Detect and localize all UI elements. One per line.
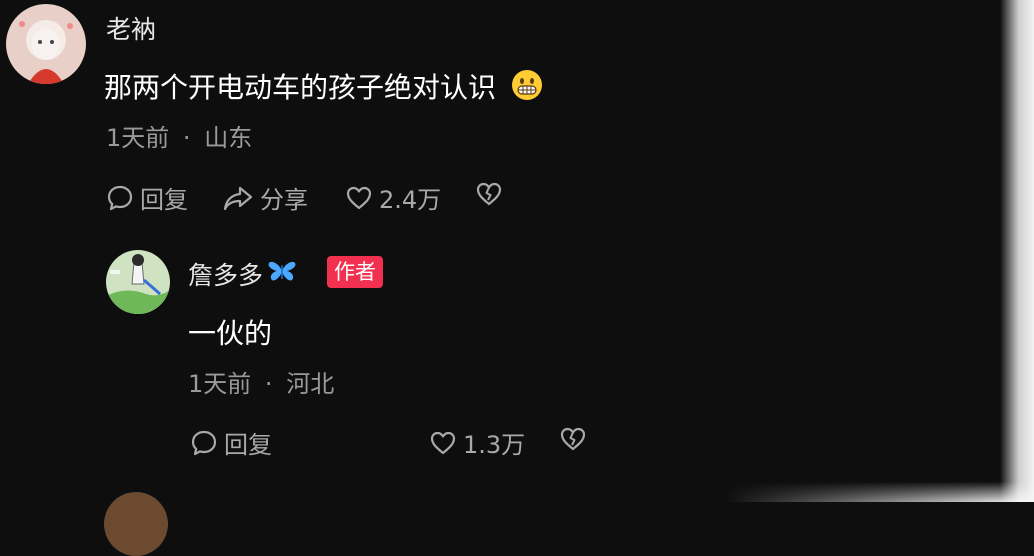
grinning-face-emoji-icon (511, 69, 543, 108)
comment-meta: 1天前 · 山东 (106, 118, 252, 153)
reply-meta: 1天前 · 河北 (188, 364, 334, 399)
reply-author-avatar[interactable] (106, 250, 170, 314)
reply-reply-label: 回复 (224, 431, 272, 459)
reply-reply-button[interactable]: 回复 (190, 425, 272, 460)
right-edge-fade (1000, 0, 1034, 502)
reply-author-username[interactable]: 詹多多 (188, 256, 297, 292)
reply-label: 回复 (140, 186, 188, 214)
like-button[interactable]: 2.4万 (345, 180, 441, 215)
reply-time: 1天前 (188, 370, 252, 398)
heart-icon (345, 184, 373, 212)
share-label: 分享 (260, 186, 308, 214)
like-count: 2.4万 (379, 186, 442, 214)
speech-bubble-icon (106, 184, 134, 212)
heart-icon (429, 429, 457, 457)
commenter-username[interactable]: 老衲 (106, 10, 156, 46)
speech-bubble-icon (190, 429, 218, 457)
butterfly-icon (267, 259, 297, 289)
reply-text: 一伙的 (188, 317, 273, 350)
reply-username-text: 詹多多 (188, 261, 264, 290)
commenter-avatar[interactable] (6, 4, 86, 84)
bottom-edge-fade (0, 468, 1034, 502)
reply-location: 河北 (286, 370, 335, 398)
meta-separator: · (264, 370, 273, 398)
comment-body: 那两个开电动车的孩子绝对认识 (104, 71, 497, 104)
dislike-button[interactable] (474, 180, 504, 208)
share-arrow-icon (222, 184, 254, 212)
author-badge: 作者 (327, 256, 383, 288)
reply-button[interactable]: 回复 (106, 180, 188, 215)
share-button[interactable]: 分享 (222, 180, 308, 215)
meta-separator: · (182, 124, 191, 152)
reply-like-button[interactable]: 1.3万 (429, 425, 525, 460)
comment-time: 1天前 (106, 124, 170, 152)
reply-like-count: 1.3万 (463, 431, 526, 459)
broken-heart-icon (558, 425, 588, 453)
comment-location: 山东 (204, 124, 253, 152)
broken-heart-icon (474, 180, 504, 208)
comment-text: 那两个开电动车的孩子绝对认识 (104, 66, 543, 108)
reply-dislike-button[interactable] (558, 425, 588, 453)
